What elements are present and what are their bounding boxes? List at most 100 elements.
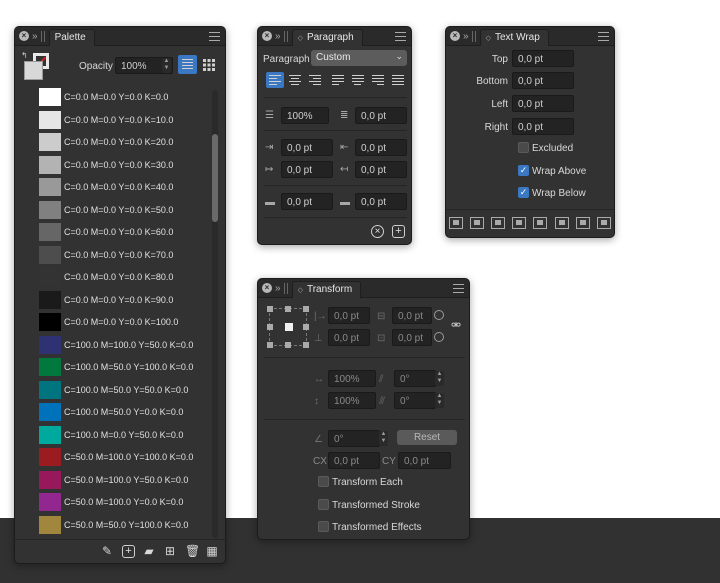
swap-icon[interactable]: ↰ (21, 51, 28, 60)
justify-all-button[interactable] (389, 72, 407, 88)
tab-paragraph[interactable]: ◇ Paragraph (291, 28, 363, 46)
space-between-field[interactable]: 0,0 pt (355, 107, 407, 124)
swatch-row[interactable]: C=50.0 M=100.0 Y=100.0 K=0.0 (39, 447, 193, 467)
edit-swatch-icon[interactable]: ✎ (101, 545, 113, 557)
panel-menu-icon[interactable] (453, 284, 464, 293)
clear-formatting-icon[interactable]: × (371, 225, 384, 238)
close-icon[interactable]: × (19, 31, 29, 41)
wrap-below-checkbox[interactable]: ✓ (518, 187, 529, 198)
scrollbar-thumb[interactable] (212, 134, 218, 222)
list-view-button[interactable] (178, 55, 197, 74)
transform-each-checkbox[interactable] (318, 476, 329, 487)
skew-y-stepper[interactable]: ▲ ▼ (435, 393, 444, 408)
grip-icon[interactable] (471, 30, 476, 42)
collapse-icon[interactable]: » (275, 283, 280, 294)
excluded-checkbox[interactable] (518, 142, 529, 153)
swatch-row[interactable]: C=100.0 M=100.0 Y=50.0 K=0.0 (39, 335, 193, 355)
first-line-indent-field[interactable]: 0,0 pt (281, 161, 333, 178)
scale-x-field[interactable]: 100% (328, 370, 376, 387)
wrap-object-icon[interactable] (512, 217, 526, 229)
skew-x-field[interactable]: 0° (394, 370, 436, 387)
height-lock-circle-icon[interactable] (434, 332, 444, 342)
transformed-stroke-checkbox[interactable] (318, 499, 329, 510)
wrap-invert-icon[interactable] (597, 217, 611, 229)
grip-icon[interactable] (40, 30, 45, 42)
right-indent-field[interactable]: 0,0 pt (355, 139, 407, 156)
swatch-row[interactable]: C=0.0 M=0.0 Y=0.0 K=80.0 (39, 267, 173, 287)
wrap-right-field[interactable]: 0,0 pt (512, 118, 574, 135)
swatch-row[interactable]: C=100.0 M=0.0 Y=50.0 K=0.0 (39, 425, 183, 445)
fill-stroke-widget[interactable]: ↰ (21, 51, 53, 83)
cx-field[interactable]: 0,0 pt (328, 452, 380, 469)
swatch-row[interactable]: C=0.0 M=0.0 Y=0.0 K=100.0 (39, 312, 178, 332)
grid-view-icon[interactable] (203, 59, 215, 71)
swatch-row[interactable]: C=50.0 M=50.0 Y=100.0 K=0.0 (39, 515, 188, 535)
close-icon[interactable]: × (262, 283, 272, 293)
wrap-next-column-icon[interactable] (576, 217, 590, 229)
swatch-row[interactable]: C=0.0 M=0.0 Y=0.0 K=70.0 (39, 245, 173, 265)
swatch-row[interactable]: C=100.0 M=50.0 Y=0.0 K=0.0 (39, 402, 183, 422)
paragraph-style-select[interactable]: Custom ⌄ (311, 50, 407, 66)
cy-field[interactable]: 0,0 pt (398, 452, 451, 469)
space-after-field[interactable]: 0,0 pt (355, 193, 407, 210)
swatch-row[interactable]: C=100.0 M=50.0 Y=100.0 K=0.0 (39, 357, 193, 377)
skew-x-stepper[interactable]: ▲ ▼ (435, 371, 444, 386)
justify-right-button[interactable] (369, 72, 387, 88)
leading-field[interactable]: 100% (281, 107, 329, 124)
collapse-icon[interactable]: » (463, 31, 468, 42)
last-line-indent-field[interactable]: 0,0 pt (355, 161, 407, 178)
space-before-field[interactable]: 0,0 pt (281, 193, 333, 210)
wrap-top-field[interactable]: 0,0 pt (512, 50, 574, 67)
unlink-aspect-icon[interactable]: ⚮ (451, 319, 461, 331)
justify-center-button[interactable] (349, 72, 367, 88)
swatch-row[interactable]: C=0.0 M=0.0 Y=0.0 K=30.0 (39, 155, 173, 175)
align-center-button[interactable] (286, 72, 304, 88)
reset-button[interactable]: Reset (397, 430, 457, 445)
height-field[interactable]: 0,0 pt (392, 329, 432, 346)
skew-y-field[interactable]: 0° (394, 392, 436, 409)
grip-icon[interactable] (283, 30, 288, 42)
wrap-none-icon[interactable] (449, 217, 463, 229)
width-lock-circle-icon[interactable] (434, 310, 444, 320)
tab-text-wrap[interactable]: ◇ Text Wrap (479, 28, 549, 46)
collapse-icon[interactable]: » (32, 31, 37, 42)
swatch-row[interactable]: C=50.0 M=100.0 Y=0.0 K=0.0 (39, 492, 183, 512)
swatch-row[interactable]: C=0.0 M=0.0 Y=0.0 K=90.0 (39, 290, 173, 310)
close-icon[interactable]: × (262, 31, 272, 41)
wrap-bounding-icon[interactable] (470, 217, 484, 229)
align-right-button[interactable] (306, 72, 324, 88)
swatch-row[interactable]: C=100.0 M=50.0 Y=50.0 K=0.0 (39, 380, 188, 400)
swatch-row[interactable]: C=0.0 M=0.0 Y=0.0 K=10.0 (39, 110, 173, 130)
left-indent-field[interactable]: 0,0 pt (281, 139, 333, 156)
delete-swatch-icon[interactable]: 🗑 (185, 545, 200, 557)
opacity-stepper[interactable]: ▲ ▼ (162, 58, 171, 73)
transformed-effects-checkbox[interactable] (318, 521, 329, 532)
grip-icon[interactable] (283, 282, 288, 294)
justify-left-button[interactable] (329, 72, 347, 88)
swatch-library-icon[interactable]: ▦ (206, 545, 218, 557)
rotation-field[interactable]: 0° (328, 430, 380, 447)
wrap-jump-icon[interactable] (555, 217, 569, 229)
tab-palette[interactable]: Palette (48, 28, 95, 46)
panel-menu-icon[interactable] (395, 32, 406, 41)
rotation-stepper[interactable]: ▲ ▼ (379, 431, 388, 446)
wrap-shape-icon[interactable] (491, 217, 505, 229)
swatch-row[interactable]: C=0.0 M=0.0 Y=0.0 K=20.0 (39, 132, 173, 152)
width-field[interactable]: 0,0 pt (392, 307, 432, 324)
add-style-icon[interactable]: + (392, 225, 405, 238)
add-group-icon[interactable]: ⊞ (164, 545, 176, 557)
collapse-icon[interactable]: » (275, 31, 280, 42)
align-left-button[interactable] (266, 72, 284, 88)
scale-y-field[interactable]: 100% (328, 392, 376, 409)
close-icon[interactable]: × (450, 31, 460, 41)
swatch-row[interactable]: C=0.0 M=0.0 Y=0.0 K=40.0 (39, 177, 173, 197)
x-position-field[interactable]: 0,0 pt (328, 307, 370, 324)
add-tint-icon[interactable]: ▰ (143, 545, 155, 557)
swatch-row[interactable]: C=0.0 M=0.0 Y=0.0 K=60.0 (39, 222, 173, 242)
add-swatch-icon[interactable]: + (122, 545, 135, 558)
swatch-scrollbar[interactable] (212, 90, 218, 538)
swatch-row[interactable]: C=50.0 M=100.0 Y=50.0 K=0.0 (39, 470, 188, 490)
swatch-row[interactable]: C=0.0 M=0.0 Y=0.0 K=50.0 (39, 200, 173, 220)
tab-transform[interactable]: ◇ Transform (291, 280, 362, 298)
panel-menu-icon[interactable] (209, 32, 220, 41)
